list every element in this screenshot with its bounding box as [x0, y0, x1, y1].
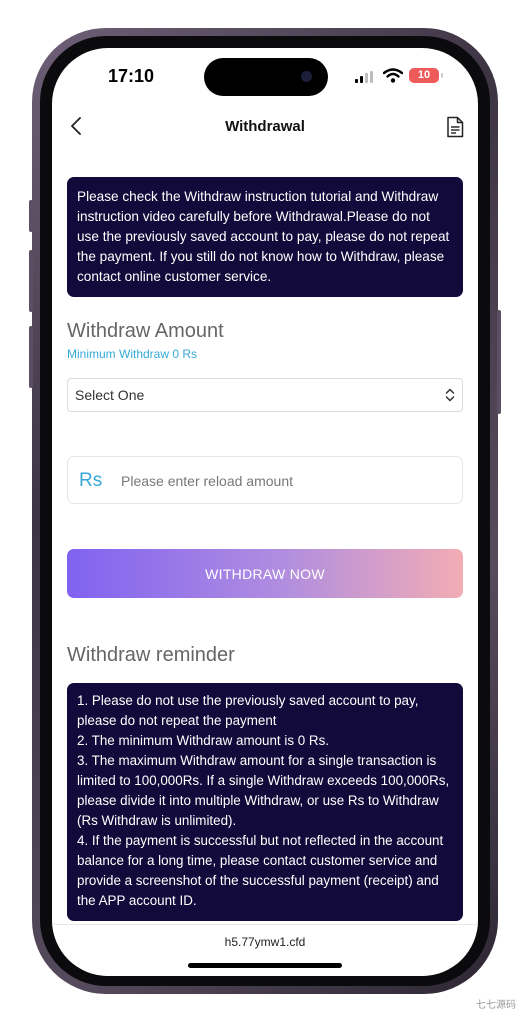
reminder-box: 1. Please do not use the previously save… [67, 683, 463, 921]
reminder-item: 2. The minimum Withdraw amount is 0 Rs. [77, 733, 330, 748]
amount-input[interactable] [119, 467, 453, 495]
withdraw-now-button[interactable]: WITHDRAW NOW [67, 549, 463, 598]
camera-icon [301, 71, 312, 82]
wifi-icon [383, 68, 403, 83]
home-indicator[interactable] [188, 963, 342, 968]
amount-field[interactable]: Rs [67, 456, 463, 504]
battery-level: 10 [417, 69, 431, 81]
currency-label: Rs [79, 470, 103, 491]
watermark: 七七源码 [476, 1000, 516, 1011]
phone-volume-up [29, 250, 33, 312]
signal-icon [355, 71, 375, 83]
url-text[interactable]: h5.77ymw1.cfd [52, 935, 478, 949]
phone-mute-switch [29, 200, 33, 232]
dynamic-island [204, 58, 328, 96]
chevron-updown-icon [445, 388, 455, 402]
document-icon[interactable] [446, 116, 464, 138]
reminder-item: 4. If the payment is successful but not … [77, 833, 444, 908]
page-title: Withdrawal [225, 118, 305, 135]
withdraw-reminder-title: Withdraw reminder [67, 644, 235, 666]
browser-url-bar: h5.77ymw1.cfd [52, 924, 478, 976]
minimum-withdraw-text: Minimum Withdraw 0 Rs [67, 347, 198, 361]
battery-tip [441, 73, 443, 78]
status-time: 17:10 [108, 66, 155, 86]
withdraw-method-select[interactable]: Select One [67, 378, 463, 412]
phone-screen: 17:10 10 Withdrawal Please check the Wit… [52, 48, 478, 976]
battery-icon: 10 [409, 68, 439, 83]
withdraw-amount-title: Withdraw Amount [67, 320, 224, 342]
instruction-notice: Please check the Withdraw instruction tu… [67, 177, 463, 297]
reminder-item: 1. Please do not use the previously save… [77, 693, 419, 728]
reminder-item: 3. The maximum Withdraw amount for a sin… [77, 753, 450, 828]
phone-power-button [497, 310, 501, 414]
select-value: Select One [75, 387, 145, 403]
phone-volume-down [29, 326, 33, 388]
